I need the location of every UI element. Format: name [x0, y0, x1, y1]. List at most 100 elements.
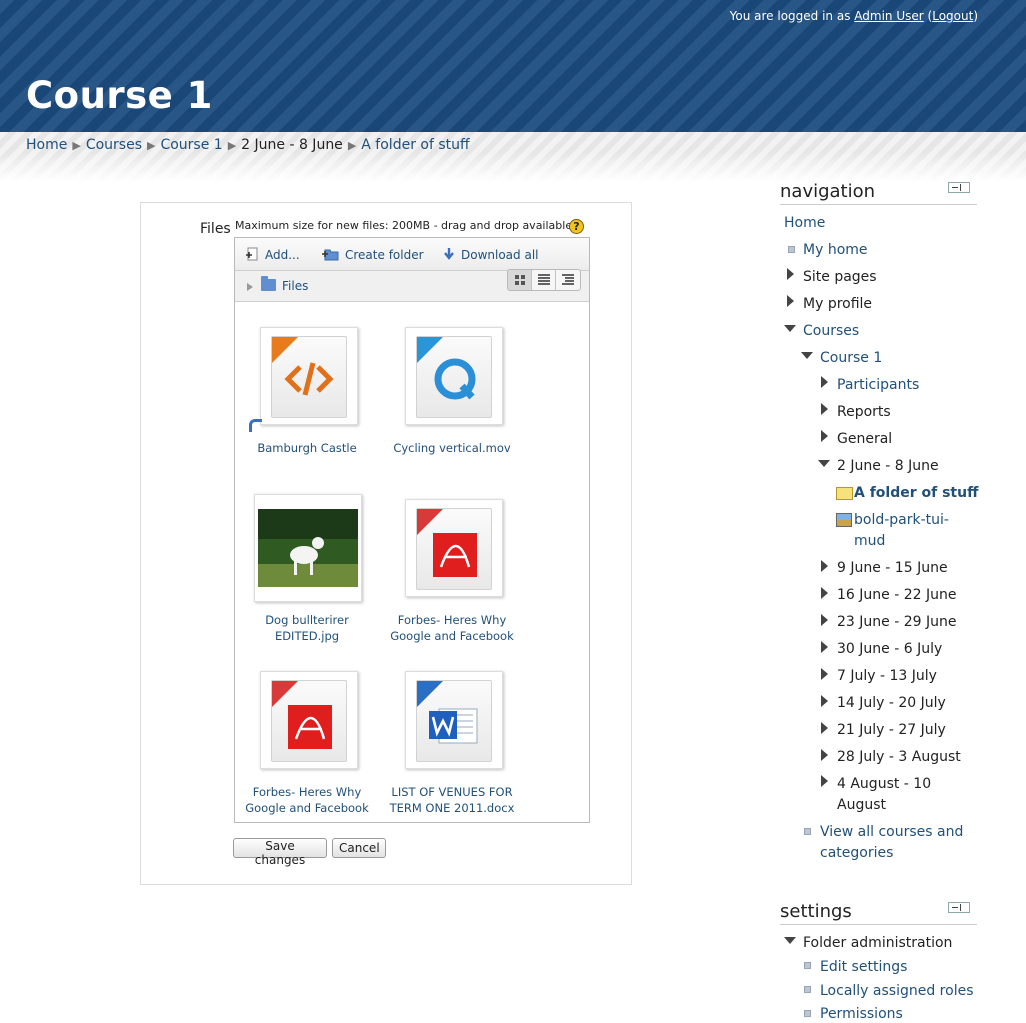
user-name-link[interactable]: Admin User: [854, 9, 923, 23]
file-name-forbes-2[interactable]: Forbes- Heres Why Google and Facebook: [237, 784, 377, 816]
nav-week-item[interactable]: 23 June - 29 June: [837, 613, 956, 631]
files-label: Files: [200, 221, 231, 237]
nav-view-all-courses-cont[interactable]: categories: [820, 844, 893, 862]
expand-arrow-icon[interactable]: [821, 614, 828, 626]
quicktime-file-icon: [417, 337, 476, 400]
collapse-arrow-icon[interactable]: [784, 937, 796, 944]
add-file-button[interactable]: Add...: [245, 247, 300, 262]
document-page-icon: [271, 680, 347, 762]
nav-week-item[interactable]: 14 July - 20 July: [837, 694, 946, 712]
nav-week-last[interactable]: 4 August - 10: [837, 775, 931, 793]
expand-arrow-icon[interactable]: [821, 722, 828, 734]
max-size-note: Maximum size for new files: 200MB - drag…: [235, 219, 573, 232]
nav-course-1[interactable]: Course 1: [820, 349, 882, 367]
page-title: Course 1: [26, 74, 213, 117]
view-tree-button[interactable]: [556, 270, 580, 290]
nav-view-all-courses[interactable]: View all courses and: [820, 823, 963, 841]
download-arrow-icon: [444, 248, 454, 260]
nav-reports[interactable]: Reports: [837, 403, 891, 421]
download-all-button[interactable]: Download all: [443, 247, 538, 262]
path-files-link[interactable]: Files: [282, 279, 308, 293]
bullet-icon: [804, 828, 811, 835]
file-name-dog[interactable]: Dog bullterirer EDITED.jpg: [237, 612, 377, 644]
nav-week-item[interactable]: 28 July - 3 August: [837, 748, 961, 766]
expand-arrow-icon[interactable]: [821, 695, 828, 707]
file-name-venues[interactable]: LIST OF VENUES FOR TERM ONE 2011.docx: [382, 784, 522, 816]
file-name-forbes-1[interactable]: Forbes- Heres Why Google and Facebook: [382, 612, 522, 644]
nav-week-current[interactable]: 2 June - 8 June: [837, 457, 939, 475]
help-icon[interactable]: ?: [569, 219, 584, 234]
document-page-icon: [416, 508, 492, 590]
settings-block-title: settings: [780, 901, 852, 922]
block-collapse-icon[interactable]: [948, 902, 970, 913]
expand-arrow-icon[interactable]: [821, 641, 828, 653]
settings-permissions[interactable]: Permissions: [820, 1005, 903, 1023]
block-collapse-icon[interactable]: [948, 182, 970, 193]
create-folder-button[interactable]: Create folder: [321, 247, 424, 262]
dog-photo-image: [258, 509, 358, 587]
pdf-file-thumbnail-2[interactable]: [260, 671, 358, 769]
expand-arrow-icon[interactable]: [821, 749, 828, 761]
image-file-thumbnail[interactable]: [254, 494, 362, 602]
create-folder-icon: [322, 249, 339, 261]
breadcrumb-home[interactable]: Home: [26, 137, 67, 153]
cancel-button[interactable]: Cancel: [332, 838, 386, 858]
breadcrumb-week: 2 June - 8 June: [241, 137, 343, 153]
pdf-file-icon: [417, 509, 477, 577]
nav-general[interactable]: General: [837, 430, 892, 448]
expand-arrow-icon[interactable]: [787, 268, 794, 280]
nav-my-home[interactable]: My home: [803, 241, 868, 259]
nav-folder-active[interactable]: A folder of stuff: [854, 484, 978, 502]
nav-image-resource[interactable]: bold-park-tui-: [854, 511, 949, 529]
nav-week-item[interactable]: 16 June - 22 June: [837, 586, 956, 604]
settings-folder-admin[interactable]: Folder administration: [803, 934, 952, 952]
grid-view-icon: [515, 275, 525, 285]
nav-home[interactable]: Home: [784, 214, 825, 232]
nav-week-item[interactable]: 9 June - 15 June: [837, 559, 948, 577]
bullet-icon: [804, 986, 811, 993]
breadcrumb-courses[interactable]: Courses: [86, 137, 142, 153]
collapse-arrow-icon[interactable]: [784, 325, 796, 332]
logout-link[interactable]: Logout: [932, 9, 973, 23]
nav-site-pages[interactable]: Site pages: [803, 268, 877, 286]
bullet-icon: [788, 246, 795, 253]
login-prefix: You are logged in as: [729, 9, 851, 23]
nav-week-item[interactable]: 30 June - 6 July: [837, 640, 942, 658]
breadcrumb-folder[interactable]: A folder of stuff: [361, 137, 469, 153]
docx-file-thumbnail[interactable]: [405, 671, 503, 769]
expand-arrow-icon[interactable]: [821, 775, 828, 787]
expand-arrow-icon[interactable]: [821, 587, 828, 599]
nav-week-last-cont[interactable]: August: [837, 796, 886, 814]
expand-arrow-icon[interactable]: [821, 403, 828, 415]
nav-participants[interactable]: Participants: [837, 376, 919, 394]
collapse-arrow-icon[interactable]: [801, 352, 813, 359]
view-list-button[interactable]: [532, 270, 556, 290]
expand-arrow-icon[interactable]: [821, 560, 828, 572]
nav-courses[interactable]: Courses: [803, 322, 859, 340]
expand-arrow-icon[interactable]: [821, 430, 828, 442]
view-mode-switcher: [507, 269, 581, 291]
pdf-file-thumbnail[interactable]: [405, 499, 503, 597]
add-file-label: Add...: [265, 248, 300, 262]
expand-arrow-icon[interactable]: [821, 376, 828, 388]
html-file-thumbnail[interactable]: [260, 327, 358, 425]
file-name-cycling[interactable]: Cycling vertical.mov: [382, 440, 522, 456]
path-expand-icon[interactable]: [247, 283, 253, 291]
nav-image-resource-cont[interactable]: mud: [854, 532, 885, 550]
save-changes-button[interactable]: Save changes: [233, 838, 327, 867]
bullet-icon: [804, 962, 811, 969]
mov-file-thumbnail[interactable]: [405, 327, 503, 425]
file-name-bamburgh[interactable]: Bamburgh Castle: [237, 440, 377, 456]
breadcrumb-course-1[interactable]: Course 1: [160, 137, 222, 153]
view-icons-button[interactable]: [508, 270, 532, 290]
expand-arrow-icon[interactable]: [821, 668, 828, 680]
settings-roles[interactable]: Locally assigned roles: [820, 982, 974, 1000]
collapse-arrow-icon[interactable]: [818, 460, 830, 467]
settings-edit[interactable]: Edit settings: [820, 958, 907, 976]
nav-my-profile[interactable]: My profile: [803, 295, 872, 313]
expand-arrow-icon[interactable]: [787, 295, 794, 307]
nav-week-item[interactable]: 21 July - 27 July: [837, 721, 946, 739]
create-folder-label: Create folder: [345, 248, 424, 262]
navigation-block-title: navigation: [780, 181, 876, 202]
nav-week-item[interactable]: 7 July - 13 July: [837, 667, 937, 685]
